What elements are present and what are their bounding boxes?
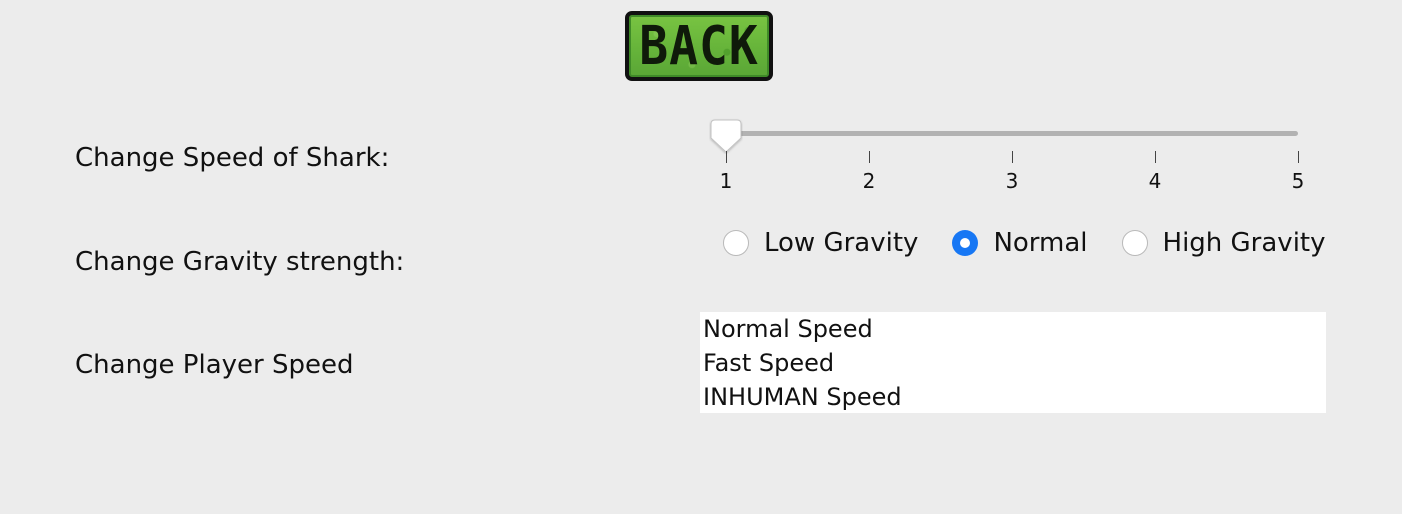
slider-tick [1298, 151, 1299, 163]
slider-tick [1012, 151, 1013, 163]
radio-high-gravity[interactable]: High Gravity [1121, 228, 1326, 258]
radio-label-low-gravity: Low Gravity [764, 228, 919, 258]
slider-tick-label: 5 [1291, 169, 1305, 193]
slider-thumb[interactable] [709, 118, 743, 154]
shark-speed-label: Change Speed of Shark: [75, 143, 390, 173]
radio-normal[interactable]: Normal [952, 228, 1088, 258]
shark-speed-slider[interactable]: 1 2 3 4 5 [708, 118, 1312, 198]
back-button[interactable]: BACK [625, 11, 773, 81]
list-item-fast-speed[interactable]: Fast Speed [700, 346, 1326, 380]
gravity-strength-label: Change Gravity strength: [75, 247, 405, 277]
slider-tick-label: 2 [862, 169, 876, 193]
slider-track[interactable] [726, 131, 1298, 136]
slider-tick [869, 151, 870, 163]
slider-thumb-icon [710, 119, 742, 153]
back-button-label: BACK [639, 14, 759, 78]
slider-tick-label: 1 [719, 169, 733, 193]
radio-button-icon[interactable] [723, 230, 749, 256]
list-item-normal-speed[interactable]: Normal Speed [700, 312, 1326, 346]
gravity-radio-group: Low Gravity Normal High Gravity [723, 226, 1326, 260]
slider-tick [726, 151, 727, 163]
player-speed-label: Change Player Speed [75, 350, 354, 380]
radio-low-gravity[interactable]: Low Gravity [723, 230, 918, 256]
slider-tick-label: 3 [1005, 169, 1019, 193]
slider-tick-label: 4 [1148, 169, 1162, 193]
radio-label-normal: Normal [993, 228, 1088, 258]
radio-button-icon[interactable] [952, 230, 979, 256]
list-item-inhuman-speed[interactable]: INHUMAN Speed [700, 380, 1326, 414]
radio-button-icon[interactable] [1121, 230, 1148, 256]
slider-tick [1155, 151, 1156, 163]
radio-label-high-gravity: High Gravity [1162, 228, 1326, 258]
player-speed-list[interactable]: Normal Speed Fast Speed INHUMAN Speed [700, 312, 1326, 413]
